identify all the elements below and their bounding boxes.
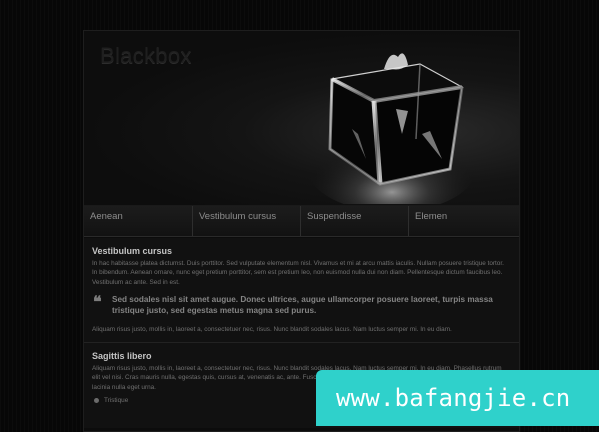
quote-icon: ❝ [93, 291, 102, 311]
nav-item-vestibulum-cursus[interactable]: Vestibulum cursus [193, 206, 301, 236]
site-title[interactable]: Blackbox [100, 43, 192, 69]
header-banner: Blackbox [84, 31, 519, 206]
article-title[interactable]: Sagittis libero [92, 351, 511, 361]
watermark-banner: www.bafangjie.cn [316, 370, 599, 426]
quote-text: Sed sodales nisl sit amet augue. Donec u… [112, 294, 493, 316]
article-paragraph: In hac habitasse platea dictumst. Duis p… [92, 260, 504, 286]
article-vestibulum-cursus: Vestibulum cursus In hac habitasse plate… [84, 238, 519, 344]
bullet-icon [94, 397, 99, 403]
nav-item-aenean[interactable]: Aenean [84, 206, 193, 236]
glass-cube-logo-image [307, 53, 477, 204]
article-title[interactable]: Vestibulum cursus [92, 246, 511, 256]
nav-item-suspendisse[interactable]: Suspendisse [301, 206, 409, 236]
nav-item-elemen[interactable]: Elemen [409, 206, 519, 236]
article-paragraph: Aliquam risus justo, mollis in, laoreet … [92, 325, 452, 333]
list-item-label[interactable]: Tristique [104, 397, 128, 404]
blockquote: ❝ Sed sodales nisl sit amet augue. Donec… [92, 291, 511, 317]
main-navigation: Aenean Vestibulum cursus Suspendisse Ele… [84, 206, 519, 237]
